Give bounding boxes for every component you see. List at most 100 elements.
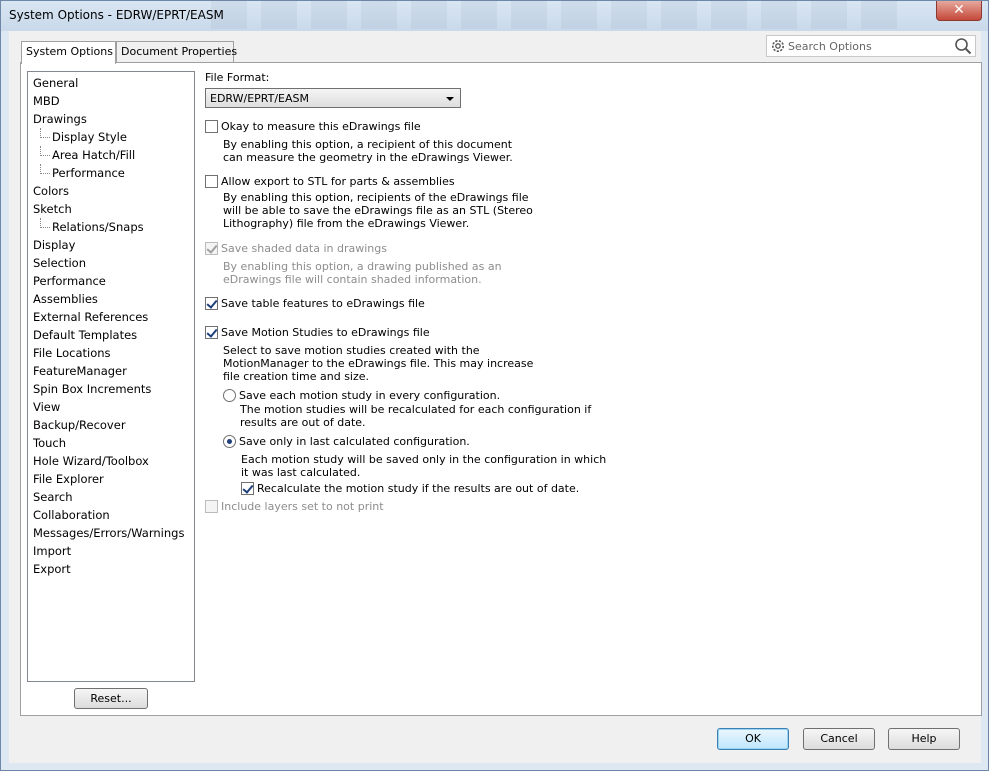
tree-connector bbox=[40, 218, 50, 228]
help-button[interactable]: Help bbox=[888, 728, 960, 750]
save-motion-studies-label[interactable]: Save Motion Studies to eDrawings file bbox=[221, 326, 430, 339]
title-bar[interactable]: System Options - EDRW/EPRT/EASM ✕ bbox=[1, 1, 988, 31]
tab-system-options[interactable]: System Options bbox=[21, 41, 116, 64]
tree-item-label: Messages/Errors/Warnings bbox=[33, 526, 185, 540]
tree-item-collaboration[interactable]: Collaboration bbox=[33, 506, 110, 524]
tree-item-drawings-performance[interactable]: Performance bbox=[40, 164, 125, 182]
save-shaded-data-label: Save shaded data in drawings bbox=[221, 242, 387, 255]
tree-item-label: Hole Wizard/Toolbox bbox=[33, 454, 149, 468]
recalculate-motion-checkbox[interactable] bbox=[241, 482, 254, 495]
close-icon: ✕ bbox=[953, 2, 965, 18]
tree-item-label: Performance bbox=[33, 274, 106, 288]
search-options-box[interactable]: Search Options bbox=[766, 35, 976, 57]
tree-item-label: Search bbox=[33, 490, 73, 504]
motion-last-config-radio[interactable] bbox=[223, 435, 236, 448]
search-input[interactable]: Search Options bbox=[788, 40, 872, 53]
tree-item-selection[interactable]: Selection bbox=[33, 254, 86, 272]
save-table-features-checkbox[interactable] bbox=[205, 297, 218, 310]
tree-item-messages-errors-warnings[interactable]: Messages/Errors/Warnings bbox=[33, 524, 184, 542]
tree-item-label: File Locations bbox=[33, 346, 111, 360]
tree-item-label: Drawings bbox=[33, 112, 87, 126]
tree-item-spin-box-increments[interactable]: Spin Box Increments bbox=[33, 380, 151, 398]
save-table-features-label[interactable]: Save table features to eDrawings file bbox=[221, 297, 425, 310]
tree-item-label: Colors bbox=[33, 184, 70, 198]
cancel-button[interactable]: Cancel bbox=[803, 728, 875, 750]
tree-item-label: Default Templates bbox=[33, 328, 138, 342]
tree-item-label: Performance bbox=[52, 166, 125, 180]
reset-button[interactable]: Reset... bbox=[74, 688, 148, 709]
tree-item-file-locations[interactable]: File Locations bbox=[33, 344, 111, 362]
motion-every-config-radio[interactable] bbox=[223, 389, 236, 402]
tree-item-label: File Explorer bbox=[33, 472, 104, 486]
tree-item-label: External References bbox=[33, 310, 149, 324]
tree-item-hole-wizard-toolbox[interactable]: Hole Wizard/Toolbox bbox=[33, 452, 149, 470]
tree-item-drawings[interactable]: Drawings bbox=[33, 110, 87, 128]
file-format-label: File Format: bbox=[205, 71, 270, 84]
okay-to-measure-checkbox[interactable] bbox=[205, 120, 218, 133]
tree-item-label: Backup/Recover bbox=[33, 418, 126, 432]
tree-item-touch[interactable]: Touch bbox=[33, 434, 66, 452]
allow-stl-label[interactable]: Allow export to STL for parts & assembli… bbox=[221, 175, 455, 188]
tree-item-display-style[interactable]: Display Style bbox=[40, 128, 127, 146]
allow-stl-description: By enabling this option, recipients of t… bbox=[223, 191, 533, 230]
motion-last-config-description: Each motion study will be saved only in … bbox=[241, 453, 607, 479]
options-panel: General MBD Drawings Display Style Area … bbox=[20, 62, 982, 716]
tree-item-display[interactable]: Display bbox=[33, 236, 75, 254]
tree-item-general[interactable]: General bbox=[33, 74, 78, 92]
tree-item-import[interactable]: Import bbox=[33, 542, 71, 560]
tree-item-label: Area Hatch/Fill bbox=[52, 148, 136, 162]
gear-icon[interactable] bbox=[770, 38, 786, 54]
tree-item-label: Export bbox=[33, 562, 71, 576]
tree-item-label: Sketch bbox=[33, 202, 72, 216]
ok-button[interactable]: OK bbox=[717, 728, 789, 750]
okay-to-measure-label[interactable]: Okay to measure this eDrawings file bbox=[221, 120, 421, 133]
save-shaded-data-checkbox bbox=[205, 242, 218, 255]
motion-every-config-label[interactable]: Save each motion study in every configur… bbox=[239, 389, 500, 402]
include-layers-checkbox bbox=[205, 500, 218, 513]
tree-item-file-explorer[interactable]: File Explorer bbox=[33, 470, 104, 488]
tree-item-label: Relations/Snaps bbox=[52, 220, 144, 234]
tab-label: System Options bbox=[26, 45, 113, 58]
motion-every-config-description: The motion studies will be recalculated … bbox=[240, 403, 592, 429]
tab-document-properties[interactable]: Document Properties bbox=[116, 41, 238, 63]
save-motion-studies-checkbox[interactable] bbox=[205, 326, 218, 339]
tree-item-label: Selection bbox=[33, 256, 86, 270]
options-tree[interactable]: General MBD Drawings Display Style Area … bbox=[27, 71, 195, 682]
tree-item-label: Import bbox=[33, 544, 72, 558]
window-title: System Options - EDRW/EPRT/EASM bbox=[9, 8, 224, 22]
file-format-value: EDRW/EPRT/EASM bbox=[210, 92, 309, 105]
motion-last-config-label[interactable]: Save only in last calculated configurati… bbox=[239, 435, 470, 448]
tree-item-label: Collaboration bbox=[33, 508, 110, 522]
tree-item-view[interactable]: View bbox=[33, 398, 60, 416]
tree-item-sketch[interactable]: Sketch bbox=[33, 200, 72, 218]
system-options-dialog: System Options - EDRW/EPRT/EASM ✕ System… bbox=[0, 0, 989, 771]
file-format-select[interactable]: EDRW/EPRT/EASM bbox=[205, 88, 461, 108]
search-icon[interactable] bbox=[954, 37, 972, 55]
tree-item-label: MBD bbox=[33, 94, 60, 108]
tree-item-area-hatch-fill[interactable]: Area Hatch/Fill bbox=[40, 146, 135, 164]
tree-item-label: Display Style bbox=[52, 130, 127, 144]
tree-item-performance[interactable]: Performance bbox=[33, 272, 106, 290]
save-shaded-data-description: By enabling this option, a drawing publi… bbox=[223, 260, 502, 286]
tree-item-default-templates[interactable]: Default Templates bbox=[33, 326, 137, 344]
recalculate-motion-label[interactable]: Recalculate the motion study if the resu… bbox=[257, 482, 579, 495]
dialog-client-area: System Options Document Properties Searc… bbox=[9, 31, 982, 763]
tree-item-relations-snaps[interactable]: Relations/Snaps bbox=[40, 218, 144, 236]
tree-item-label: Spin Box Increments bbox=[33, 382, 152, 396]
tree-item-label: FeatureManager bbox=[33, 364, 127, 378]
tree-item-export[interactable]: Export bbox=[33, 560, 71, 578]
include-layers-label: Include layers set to not print bbox=[221, 500, 384, 513]
allow-stl-checkbox[interactable] bbox=[205, 175, 218, 188]
tree-connector bbox=[40, 164, 50, 174]
tree-item-assemblies[interactable]: Assemblies bbox=[33, 290, 98, 308]
tree-item-featuremanager[interactable]: FeatureManager bbox=[33, 362, 127, 380]
tree-item-external-references[interactable]: External References bbox=[33, 308, 148, 326]
tree-item-search[interactable]: Search bbox=[33, 488, 73, 506]
tree-item-backup-recover[interactable]: Backup/Recover bbox=[33, 416, 126, 434]
save-motion-studies-description: Select to save motion studies created wi… bbox=[223, 344, 534, 383]
close-button[interactable]: ✕ bbox=[936, 1, 982, 21]
tree-item-colors[interactable]: Colors bbox=[33, 182, 69, 200]
tree-item-mbd[interactable]: MBD bbox=[33, 92, 60, 110]
tab-label: Document Properties bbox=[121, 45, 238, 58]
tree-connector bbox=[40, 146, 50, 156]
